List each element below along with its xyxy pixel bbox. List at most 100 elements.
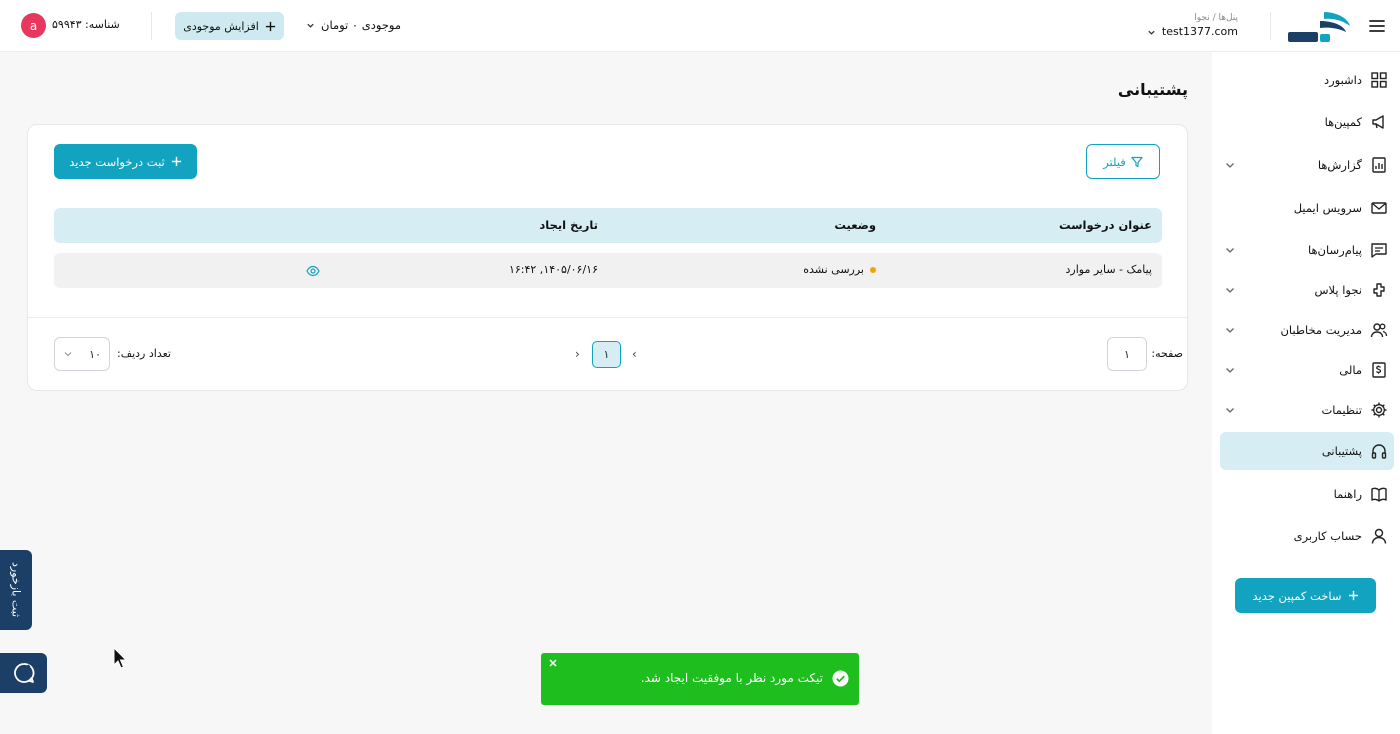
sidebar-item-label: پیام‌رسان‌ها: [1307, 243, 1362, 257]
feedback-label: ثبت بازخورد: [9, 562, 23, 618]
close-icon[interactable]: [547, 657, 559, 669]
tickets-card: فیلتر ثبت درخواست جدید عنوان درخواست وضع…: [27, 124, 1188, 391]
dashboard-icon: [1371, 72, 1387, 88]
puzzle-icon: [1373, 283, 1385, 297]
sidebar-item-label: سرویس ایمیل: [1293, 201, 1362, 215]
sidebar-item-label: حساب کاربری: [1293, 529, 1362, 543]
card-divider: [28, 317, 1187, 318]
table-row[interactable]: پیامک - سایر موارد بررسی نشده ۱۴۰۵/۰۶/۱۶…: [54, 253, 1162, 288]
sidebar-item-contacts[interactable]: مدیریت مخاطبان: [1220, 311, 1394, 349]
pager-next-button[interactable]: ›: [575, 347, 585, 361]
toast-message: تیکت مورد نظر با موفقیت ایجاد شد.: [640, 671, 823, 685]
account-id: شناسه: ۵۹۹۴۳: [52, 18, 120, 31]
chat-widget-button[interactable]: [0, 653, 47, 693]
chevron-down-icon: [307, 23, 314, 28]
topup-label: افزایش موجودی: [183, 19, 259, 33]
page-title: پشتیبانی: [1117, 80, 1188, 99]
sidebar-item-reports[interactable]: گزارش‌ها: [1220, 146, 1394, 184]
ticket-created: ۱۴۰۵/۰۶/۱۶, ۱۶:۴۲: [508, 263, 598, 276]
menu-icon[interactable]: [1368, 17, 1386, 35]
pager-prev-button[interactable]: ‹: [632, 347, 642, 361]
sidebar-item-label: کمپین‌ها: [1324, 115, 1362, 129]
chevron-down-icon: [1226, 408, 1234, 413]
header-divider: [1270, 12, 1271, 40]
column-header-created: تاریخ ایجاد: [539, 218, 598, 232]
sidebar-item-support[interactable]: پشتیبانی: [1220, 432, 1394, 470]
eye-icon[interactable]: [306, 264, 320, 278]
sidebar-item-settings[interactable]: تنظیمات: [1220, 391, 1394, 429]
panel-switcher[interactable]: پنل‌ها / نجوا test1377.com: [1138, 12, 1238, 40]
sidebar-item-label: تنظیمات: [1321, 403, 1362, 417]
panel-name: test1377.com: [1161, 25, 1238, 38]
mouse-cursor-icon: [113, 647, 127, 669]
users-icon: [1370, 323, 1388, 338]
sidebar-item-label: گزارش‌ها: [1317, 158, 1362, 172]
chevron-down-icon: [64, 352, 72, 357]
column-header-title: عنوان درخواست: [1059, 218, 1152, 232]
user-icon: [1371, 528, 1387, 544]
najva-logo-icon: [1288, 12, 1350, 42]
book-icon: [1371, 487, 1387, 502]
rows-per-page-value: ۱۰: [89, 347, 101, 361]
status-dot: [870, 267, 876, 273]
ticket-status: بررسی نشده: [803, 263, 876, 276]
report-icon: [1372, 157, 1386, 173]
chevron-down-icon: [1226, 328, 1234, 333]
check-circle-icon: [832, 670, 849, 687]
sidebar-item-email-service[interactable]: سرویس ایمیل: [1220, 189, 1394, 227]
sidebar-item-guide[interactable]: راهنما: [1220, 475, 1394, 513]
megaphone-icon: [1372, 115, 1384, 129]
sidebar: داشبورد کمپین‌ها گزارش‌ها سرویس ایمیل پی…: [1212, 52, 1400, 734]
chat-bubble-icon: [13, 663, 34, 683]
panel-select[interactable]: test1377.com: [1138, 24, 1238, 40]
column-header-status: وضعیت: [834, 218, 876, 232]
sidebar-item-account[interactable]: حساب کاربری: [1220, 517, 1394, 555]
plus-icon: [265, 21, 275, 31]
plus-icon: [171, 156, 181, 167]
top-header: پنل‌ها / نجوا test1377.com موجودی ۰ توما…: [0, 0, 1400, 52]
sidebar-item-campaigns[interactable]: کمپین‌ها: [1220, 103, 1394, 141]
new-campaign-label: ساخت کمپین جدید: [1252, 588, 1342, 603]
ticket-title: پیامک - سایر موارد: [1065, 263, 1152, 276]
rows-per-page-label: تعداد ردیف:: [117, 347, 171, 360]
filter-icon: [1131, 156, 1143, 167]
topup-button[interactable]: افزایش موجودی: [175, 12, 284, 40]
plus-icon: [1348, 590, 1358, 601]
sidebar-item-label: مالی: [1339, 363, 1362, 377]
balance-label: موجودی ۰ تومان: [321, 18, 402, 32]
gear-icon: [1371, 402, 1387, 418]
sidebar-item-label: داشبورد: [1323, 73, 1362, 87]
new-campaign-button[interactable]: ساخت کمپین جدید: [1235, 578, 1376, 613]
pager-current-page[interactable]: ۱: [592, 341, 621, 368]
mail-icon: [1371, 202, 1387, 214]
sidebar-item-messengers[interactable]: پیام‌رسان‌ها: [1220, 231, 1394, 269]
new-request-label: ثبت درخواست جدید: [69, 154, 165, 169]
sidebar-item-label: مدیریت مخاطبان: [1280, 323, 1362, 337]
filter-label: فیلتر: [1103, 154, 1126, 169]
header-divider: [151, 12, 152, 40]
chevron-down-icon: [1226, 248, 1234, 253]
chevron-down-icon: [1226, 368, 1234, 373]
sidebar-item-dashboard[interactable]: داشبورد: [1220, 61, 1394, 99]
filter-button[interactable]: فیلتر: [1086, 144, 1160, 179]
page-label: صفحه:: [1151, 347, 1183, 360]
feedback-tab[interactable]: ثبت بازخورد: [0, 550, 32, 630]
new-request-button[interactable]: ثبت درخواست جدید: [54, 144, 197, 179]
headphones-icon: [1371, 444, 1387, 459]
chevron-down-icon: [1148, 30, 1155, 35]
chat-icon: [1371, 243, 1387, 258]
sidebar-item-finance[interactable]: مالی: [1220, 351, 1394, 389]
chevron-down-icon: [1226, 288, 1234, 293]
sidebar-item-label: پشتیبانی: [1321, 444, 1362, 458]
breadcrumb: پنل‌ها / نجوا: [1194, 13, 1238, 23]
sidebar-item-label: راهنما: [1333, 487, 1362, 501]
page-number-input[interactable]: ۱: [1107, 337, 1147, 371]
rows-per-page-select[interactable]: ۱۰: [54, 337, 110, 371]
status-label: بررسی نشده: [803, 263, 864, 276]
chevron-down-icon: [1226, 163, 1234, 168]
sidebar-item-najva-plus[interactable]: نجوا پلاس: [1220, 271, 1394, 309]
success-toast: تیکت مورد نظر با موفقیت ایجاد شد.: [541, 653, 859, 705]
table-header: عنوان درخواست وضعیت تاریخ ایجاد: [54, 208, 1162, 243]
balance-dropdown[interactable]: موجودی ۰ تومان: [306, 18, 401, 32]
avatar[interactable]: a: [21, 13, 46, 38]
